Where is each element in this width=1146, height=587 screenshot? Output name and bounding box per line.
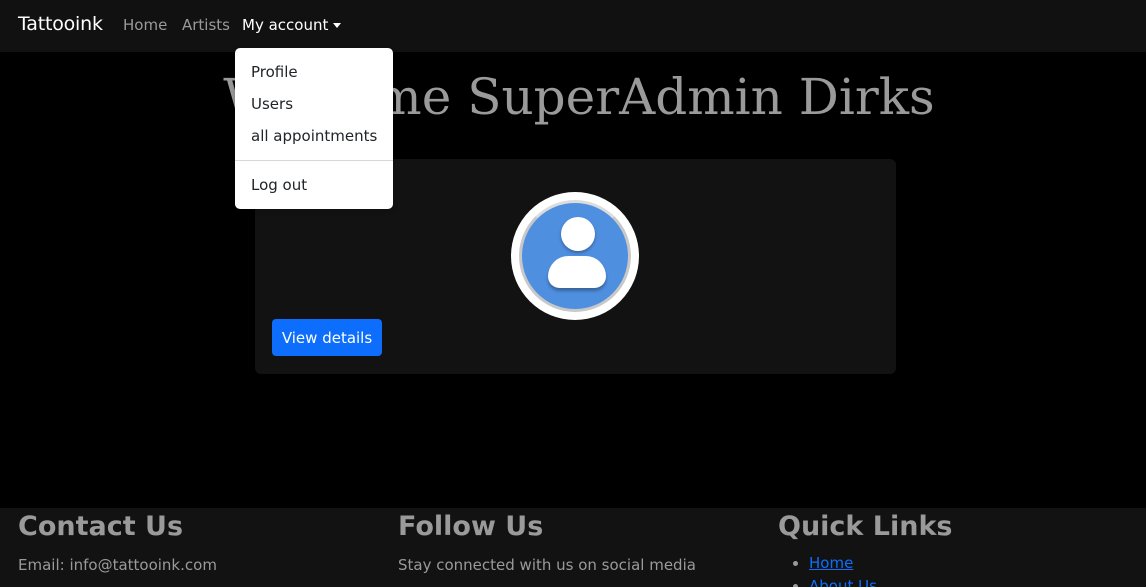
brand-logo[interactable]: Tattooink <box>18 13 103 35</box>
dropdown-item-all-appointments[interactable]: all appointments <box>251 127 377 145</box>
footer-contact-title: Contact Us <box>18 511 184 542</box>
list-item: About Us <box>809 577 953 587</box>
footer-links-title: Quick Links <box>778 511 953 542</box>
top-navbar: Tattooink Home Artists My account <box>0 0 1146 52</box>
footer-links-list: Home About Us <box>778 554 953 587</box>
footer-quick-links: Quick Links Home About Us <box>778 508 953 587</box>
welcome-heading: Welcome SuperAdmin Dirks <box>223 68 935 126</box>
footer-follow: Follow Us Stay connected with us on soci… <box>398 508 696 574</box>
footer-follow-title: Follow Us <box>398 511 544 542</box>
footer-follow-text: Stay connected with us on social media <box>398 556 696 574</box>
footer-contact: Contact Us Email: info@tattooink.com <box>18 508 217 574</box>
dropdown-item-logout[interactable]: Log out <box>251 176 307 194</box>
list-item: Home <box>809 554 953 572</box>
account-dropdown-menu: Profile Users all appointments Log out <box>235 48 393 209</box>
nav-artists[interactable]: Artists <box>182 16 230 34</box>
dropdown-item-profile[interactable]: Profile <box>251 63 298 81</box>
footer-link-home[interactable]: Home <box>809 554 853 572</box>
footer-contact-email: Email: info@tattooink.com <box>18 556 217 574</box>
nav-my-account-label: My account <box>242 16 329 34</box>
dropdown-divider <box>235 160 393 161</box>
caret-down-icon <box>333 22 342 28</box>
nav-my-account[interactable]: My account <box>242 16 342 34</box>
site-footer: Contact Us Email: info@tattooink.com Fol… <box>0 508 1146 587</box>
view-details-button[interactable]: View details <box>272 319 382 356</box>
dropdown-item-users[interactable]: Users <box>251 95 293 113</box>
user-avatar-icon <box>511 192 639 320</box>
footer-link-about[interactable]: About Us <box>809 577 877 587</box>
nav-home[interactable]: Home <box>123 16 167 34</box>
